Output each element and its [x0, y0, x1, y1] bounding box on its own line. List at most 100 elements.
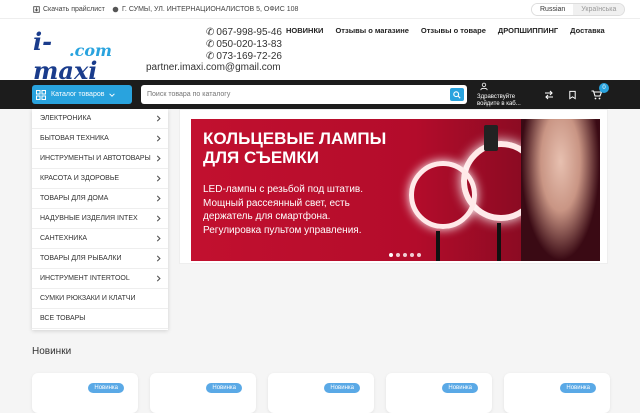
lamp-stand [497, 223, 501, 261]
search-icon [453, 90, 461, 99]
category-electronics[interactable]: ЭЛЕКТРОНИКА [32, 109, 168, 129]
slider-dot[interactable] [403, 253, 407, 257]
category-appliances[interactable]: БЫТОВАЯ ТЕХНИКА [32, 129, 168, 149]
product-card[interactable]: Новинка [504, 373, 610, 413]
lang-russian[interactable]: Russian [532, 4, 574, 15]
category-plumbing[interactable]: САНТЕХНИКА [32, 229, 168, 249]
category-intertool[interactable]: ИНСТРУМЕНТ INTERTOOL [32, 269, 168, 289]
promo-banner[interactable]: КОЛЬЦЕВЫЕ ЛАМПЫ ДЛЯ СЪЕМКИ LED-лампы с р… [179, 109, 608, 264]
new-badge: Новинка [442, 383, 478, 393]
lang-ukrainian[interactable]: Українська [573, 4, 625, 15]
banner-headline: КОЛЬЦЕВЫЕ ЛАМПЫ ДЛЯ СЪЕМКИ [203, 129, 386, 167]
banner-headline-line: КОЛЬЦЕВЫЕ ЛАМПЫ [203, 129, 387, 148]
category-all[interactable]: ВСЕ ТОВАРЫ [32, 309, 168, 329]
banner-image: КОЛЬЦЕВЫЕ ЛАМПЫ ДЛЯ СЪЕМКИ LED-лампы с р… [191, 119, 600, 261]
new-badge: Новинка [324, 383, 360, 393]
new-products-title: Новинки [32, 346, 72, 357]
product-card[interactable]: Новинка [32, 373, 138, 413]
grid-icon [36, 89, 46, 100]
search-input[interactable] [141, 85, 441, 104]
product-card[interactable]: Новинка [386, 373, 492, 413]
login-link[interactable]: Здравствуйте войдите в каб... [477, 82, 527, 108]
category-label: СУМКИ РЮКЗАКИ И КЛАТЧИ [40, 295, 136, 302]
phone-item[interactable]: ✆ 067-998-95-46 [206, 27, 282, 39]
chevron-right-icon [156, 115, 161, 122]
chevron-right-icon [156, 235, 161, 242]
new-badge: Новинка [206, 383, 242, 393]
category-label: ИНСТРУМЕНТЫ И АВТОТОВАРЫ [40, 155, 151, 162]
slider-dot[interactable] [396, 253, 400, 257]
slider-dot[interactable] [389, 253, 393, 257]
chevron-right-icon [156, 195, 161, 202]
category-label: БЫТОВАЯ ТЕХНИКА [40, 135, 109, 142]
phone-number: 067-998-95-46 [216, 27, 282, 38]
search-button[interactable] [450, 88, 464, 101]
contact-email[interactable]: partner.imaxi.com@gmail.com [146, 62, 281, 73]
category-home-goods[interactable]: ТОВАРЫ ДЛЯ ДОМА [32, 189, 168, 209]
phone-list: ✆ 067-998-95-46 ✆ 050-020-13-83 ✆ 073-169-7… [206, 27, 282, 63]
lamp-stand [436, 231, 440, 261]
banner-text-line: LED-лампы с резьбой под штатив. [203, 184, 364, 195]
store-address: Г. СУМЫ, УЛ. ИНТЕРНАЦИОНАЛИСТОВ 5, ОФИС … [112, 6, 298, 13]
category-label: ТОВАРЫ ДЛЯ РЫБАЛКИ [40, 255, 122, 262]
category-bags[interactable]: СУМКИ РЮКЗАКИ И КЛАТЧИ [32, 289, 168, 309]
new-badge: Новинка [88, 383, 124, 393]
user-icon [480, 82, 488, 91]
slider-dots [389, 253, 421, 257]
chevron-right-icon [156, 155, 161, 162]
login-line-2: войдите в каб... [477, 101, 521, 107]
banner-headline-line: ДЛЯ СЪЕМКИ [203, 148, 319, 167]
category-label: ИНСТРУМЕНТ INTERTOOL [40, 275, 130, 282]
category-intex[interactable]: НАДУВНЫЕ ИЗДЕЛИЯ INTEX [32, 209, 168, 229]
chevron-right-icon [156, 135, 161, 142]
category-label: САНТЕХНИКА [40, 235, 88, 242]
catalog-label: Каталог товаров [51, 91, 105, 98]
nav-new[interactable]: НОВИНКИ [286, 26, 323, 35]
category-beauty-health[interactable]: КРАСОТА И ЗДОРОВЬЕ [32, 169, 168, 189]
site-logo[interactable]: i-maxi .com [33, 27, 113, 85]
chevron-right-icon [156, 255, 161, 262]
globe-icon [112, 6, 119, 13]
chevron-right-icon [156, 175, 161, 182]
phone-item[interactable]: ✆ 050-020-13-83 [206, 39, 282, 51]
category-label: ЭЛЕКТРОНИКА [40, 115, 92, 122]
top-bar: Скачать прайслист Г. СУМЫ, УЛ. ИНТЕРНАЦИ… [0, 0, 640, 19]
language-switcher: Russian Українська [531, 3, 626, 16]
product-card[interactable]: Новинка [268, 373, 374, 413]
new-badge: Новинка [560, 383, 596, 393]
model-photo [521, 119, 600, 261]
download-pricelist-link[interactable]: Скачать прайслист [33, 6, 105, 13]
toolbar: Каталог товаров Здравствуйте войдите в к… [0, 80, 640, 109]
slider-dot[interactable] [410, 253, 414, 257]
nav-product-reviews[interactable]: Отзывы о товаре [421, 26, 486, 35]
ring-lamp-small [409, 161, 477, 229]
cart-count-badge: 0 [599, 83, 609, 93]
toolbar-icons [544, 90, 602, 100]
product-card[interactable]: Новинка [150, 373, 256, 413]
banner-text-line: держатель для смартфона. [203, 211, 331, 222]
category-tools-auto[interactable]: ИНСТРУМЕНТЫ И АВТОТОВАРЫ [32, 149, 168, 169]
pricelist-label: Скачать прайслист [43, 6, 105, 13]
banner-text: LED-лампы с резьбой под штатив. Мощный р… [203, 183, 363, 237]
phone-icon: ✆ [206, 39, 215, 50]
site-header: i-maxi .com ✆ 067-998-95-46 ✆ 050-020-13-8… [0, 19, 640, 85]
bookmark-icon[interactable] [568, 90, 577, 100]
category-label: ТОВАРЫ ДЛЯ ДОМА [40, 195, 109, 202]
nav-delivery[interactable]: Доставка [570, 26, 604, 35]
chevron-right-icon [156, 275, 161, 282]
category-fishing[interactable]: ТОВАРЫ ДЛЯ РЫБАЛКИ [32, 249, 168, 269]
category-sidebar: ЭЛЕКТРОНИКА БЫТОВАЯ ТЕХНИКА ИНСТРУМЕНТЫ … [32, 109, 168, 330]
phone-icon: ✆ [206, 27, 215, 38]
category-label: КРАСОТА И ЗДОРОВЬЕ [40, 175, 120, 182]
compare-icon[interactable] [544, 90, 554, 100]
nav-store-reviews[interactable]: Отзывы о магазине [335, 26, 408, 35]
smartphone-image [484, 125, 498, 151]
nav-dropshipping[interactable]: ДРОПШИППИНГ [498, 26, 558, 35]
new-products-list: Новинка Новинка Новинка Новинка Новинка [32, 373, 610, 413]
main-nav: НОВИНКИ Отзывы о магазине Отзывы о товар… [286, 26, 605, 35]
banner-text-line: Мощный рассеянный свет, есть [203, 197, 350, 209]
download-icon [33, 6, 40, 13]
catalog-button[interactable]: Каталог товаров [32, 85, 132, 104]
slider-dot[interactable] [417, 253, 421, 257]
search-box [141, 85, 467, 104]
